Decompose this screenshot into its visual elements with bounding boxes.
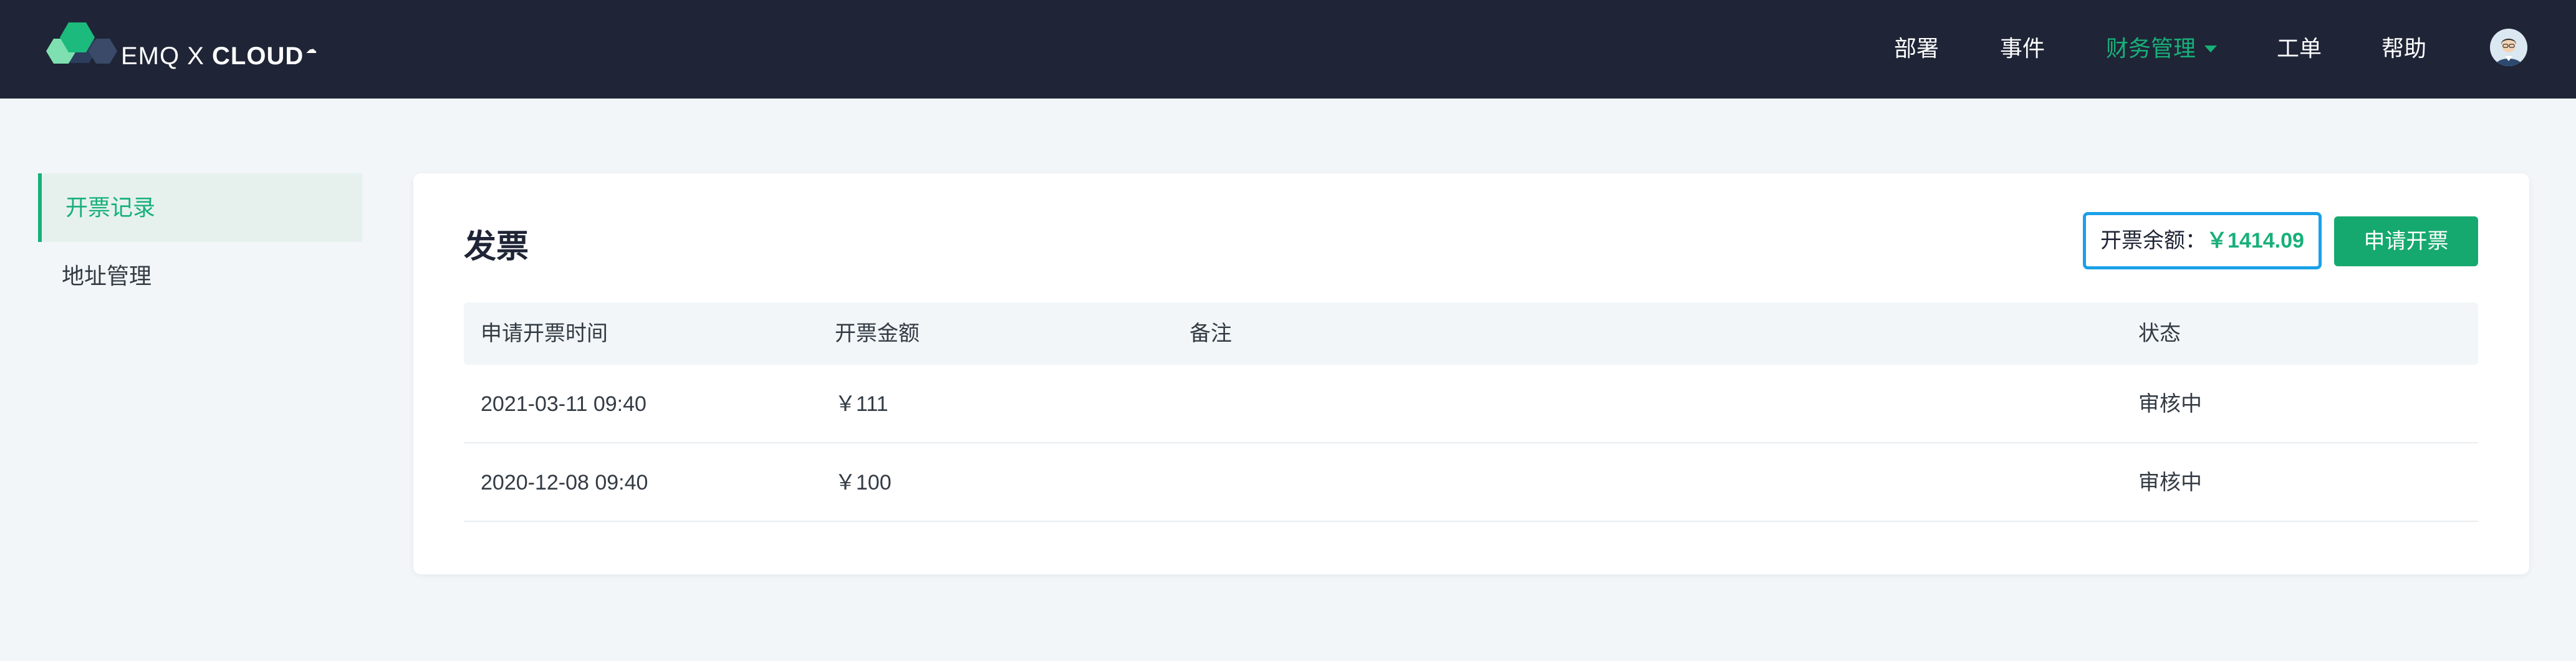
column-header-note: 备注 <box>1189 322 1232 345</box>
brand-name: EMQ X CLOUD ☁ <box>121 42 318 70</box>
brand-logo[interactable]: EMQ X CLOUD ☁ <box>36 19 317 75</box>
sidebar-item-address-management[interactable]: 地址管理 <box>38 242 362 311</box>
logo-hexagons-icon <box>46 22 117 64</box>
column-header-amount: 开票金额 <box>835 322 920 345</box>
column-header-time: 申请开票时间 <box>481 322 608 345</box>
cell-status: 审核中 <box>2138 471 2202 495</box>
cell-amount: ￥111 <box>835 392 888 416</box>
cell-status: 审核中 <box>2138 392 2202 416</box>
page-title: 发票 <box>464 229 529 265</box>
nav-events[interactable]: 事件 <box>2000 33 2045 64</box>
column-header-status: 状态 <box>2138 322 2181 345</box>
table-row: 2020-12-08 09:40 ￥100 审核中 <box>464 443 2478 522</box>
nav-finance-label: 财务管理 <box>2106 36 2196 61</box>
cell-time: 2020-12-08 09:40 <box>481 471 648 495</box>
invoice-card: 发票 开票余额：￥1414.09 申请开票 申请开票时间 开票金额 备注 状态 … <box>413 173 2529 574</box>
nav-tickets[interactable]: 工单 <box>2277 33 2322 64</box>
table-row: 2021-03-11 09:40 ￥111 审核中 <box>464 365 2478 443</box>
nav-finance[interactable]: 财务管理 <box>2106 33 2218 64</box>
table-header: 申请开票时间 开票金额 备注 状态 <box>464 302 2478 365</box>
invoice-balance-badge: 开票余额：￥1414.09 <box>2083 212 2322 269</box>
nav-deploy[interactable]: 部署 <box>1894 33 1939 64</box>
caret-down-icon <box>2204 45 2218 52</box>
apply-invoice-button[interactable]: 申请开票 <box>2334 216 2478 266</box>
nav-help[interactable]: 帮助 <box>2381 33 2426 64</box>
cell-amount: ￥100 <box>835 471 892 495</box>
invoice-table: 申请开票时间 开票金额 备注 状态 2021-03-11 09:40 ￥111 … <box>464 302 2478 522</box>
user-avatar-icon[interactable] <box>2490 29 2527 66</box>
balance-label: 开票余额： <box>2100 229 2207 253</box>
sidebar-item-invoice-records[interactable]: 开票记录 <box>38 173 362 242</box>
cell-time: 2021-03-11 09:40 <box>481 392 646 416</box>
balance-amount: ￥1414.09 <box>2206 229 2304 253</box>
top-header: EMQ X CLOUD ☁ 部署 事件 财务管理 工单 帮助 <box>0 0 2576 99</box>
